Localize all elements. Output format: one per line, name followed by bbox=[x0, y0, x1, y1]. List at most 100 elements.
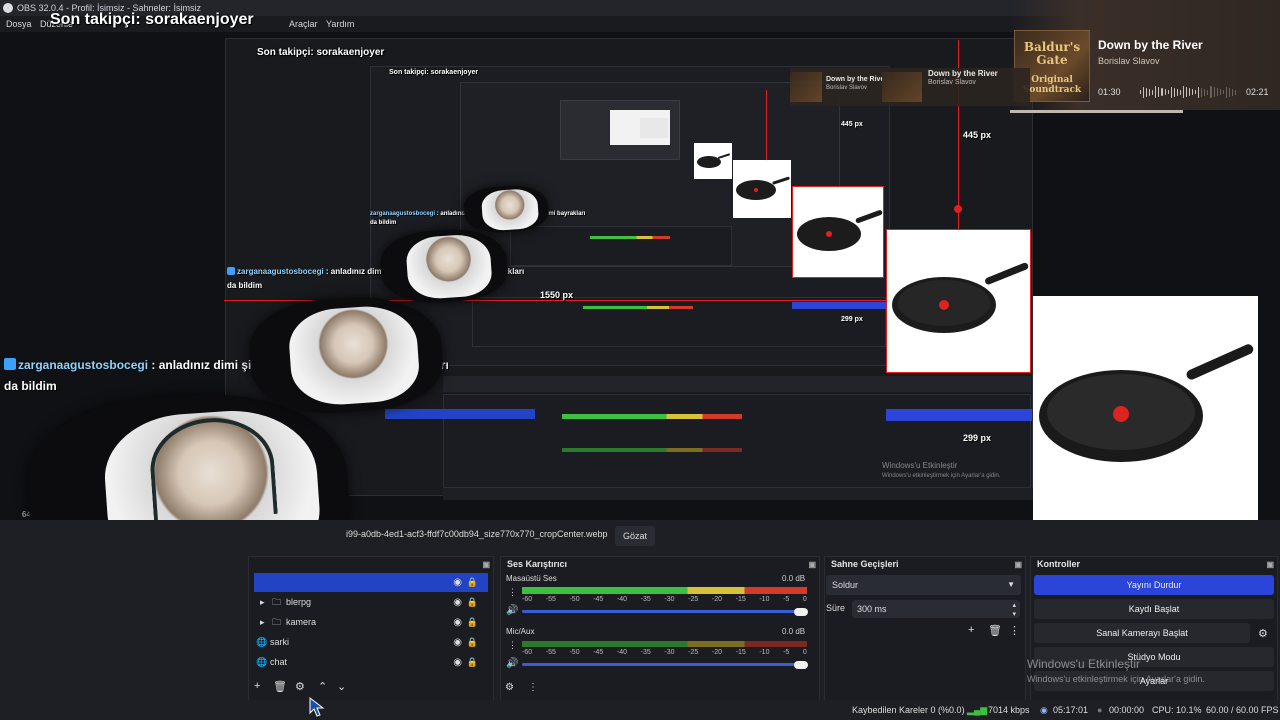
meter-ticks-desktop: -60 -55 -50 -45 -40 -35 -30 -25 -20 -15 -10 -5 0 bbox=[522, 596, 807, 603]
volume-slider-mic[interactable] bbox=[522, 663, 802, 666]
waveform-progress bbox=[1140, 86, 1236, 98]
dimension-height-label: 445 px bbox=[963, 130, 992, 140]
source-item-kamera[interactable]: ▸ 🗀 kamera ◉ 🔒 bbox=[254, 613, 488, 632]
stream-time: 05:17:01 bbox=[1053, 705, 1089, 715]
chat-username-nested: zarganaagustosbocegi bbox=[237, 267, 324, 276]
speaker-icon[interactable]: 🔊 bbox=[506, 605, 518, 616]
last-follower-text-nested: Son takipçi: sorakaenjoyer bbox=[257, 47, 385, 58]
meter-tick-label: -40 bbox=[616, 596, 628, 603]
add-transition-icon[interactable]: + bbox=[968, 624, 974, 636]
move-up-icon[interactable]: ⌃ bbox=[318, 680, 327, 693]
lock-icon[interactable]: 🔒 bbox=[467, 573, 478, 592]
guide-handle[interactable] bbox=[954, 205, 962, 213]
waveform-bar bbox=[1234, 89, 1236, 95]
pan-image-large[interactable] bbox=[886, 229, 1031, 373]
spin-down-icon[interactable]: ▾ bbox=[1012, 606, 1016, 624]
meter-tick-label: -10 bbox=[759, 596, 770, 603]
meter-tick-label: -55 bbox=[545, 649, 556, 656]
source-item-blerpg[interactable]: ▸ 🗀 blerpg ◉ 🔒 bbox=[254, 593, 488, 612]
waveform-bar bbox=[1192, 89, 1194, 95]
dock-popout-icon[interactable]: ▣ bbox=[1014, 558, 1022, 572]
dock-popout-icon[interactable]: ▣ bbox=[482, 558, 490, 572]
sources-dock-header: ▣ bbox=[249, 557, 493, 571]
image-path-field[interactable]: i99-a0db-4ed1-acf3-ffdf7c00db94_size770x… bbox=[346, 529, 608, 539]
frying-pan-icon bbox=[697, 153, 730, 168]
remove-source-icon[interactable]: 🗑 bbox=[273, 680, 287, 693]
cover-title-line2: Gate bbox=[1036, 53, 1068, 67]
menu-help[interactable]: Yardım bbox=[326, 16, 354, 32]
record-time: 00:00:00 bbox=[1109, 705, 1145, 715]
visibility-eye-icon[interactable]: ◉ bbox=[453, 593, 462, 612]
waveform-bar bbox=[1195, 90, 1197, 94]
waveform-bar bbox=[1201, 87, 1203, 97]
album-cover-nested-2 bbox=[882, 72, 922, 102]
virtual-camera-settings-icon[interactable]: ⚙ bbox=[1258, 627, 1268, 640]
channel-menu-icon[interactable]: ⋮ bbox=[508, 640, 517, 651]
visibility-eye-icon[interactable]: ◉ bbox=[453, 573, 462, 592]
nested-docks-3 bbox=[510, 226, 732, 266]
lock-icon[interactable]: 🔒 bbox=[467, 653, 478, 672]
pan-image-main[interactable] bbox=[1033, 296, 1258, 521]
dock-popout-icon[interactable]: ▣ bbox=[1266, 558, 1274, 572]
expand-arrow-icon[interactable]: ▸ bbox=[260, 593, 265, 612]
expand-arrow-icon[interactable]: ▸ bbox=[260, 613, 265, 632]
pan-image-small bbox=[733, 160, 791, 218]
signal-bars-icon: ▂▄▆ bbox=[967, 705, 988, 715]
mixer-channel-desktop-name: Masaüstü Ses bbox=[506, 574, 557, 583]
volume-slider-desktop[interactable] bbox=[522, 610, 802, 613]
mixer-channel-mic-db: 0.0 dB bbox=[782, 627, 806, 636]
headphones-shape bbox=[147, 414, 278, 523]
dimension-height-label-2-small: 299 px bbox=[841, 316, 863, 323]
chat-text-cont: da bildim bbox=[4, 379, 57, 393]
song-artist-nested: Borislav Slavov bbox=[826, 85, 868, 91]
waveform-bar bbox=[1185, 87, 1187, 97]
meter-tick-label: -20 bbox=[711, 596, 722, 603]
start-recording-button[interactable]: Kaydı Başlat bbox=[1034, 599, 1274, 619]
nested-stop-stream-2 bbox=[792, 302, 886, 309]
lock-icon[interactable]: 🔒 bbox=[467, 633, 478, 652]
menu-tools[interactable]: Araçlar bbox=[289, 16, 318, 32]
lock-icon[interactable]: 🔒 bbox=[467, 593, 478, 612]
channel-menu-icon[interactable]: ⋮ bbox=[508, 587, 517, 598]
advanced-audio-icon[interactable]: ⚙ bbox=[505, 682, 514, 693]
nested-source-selected bbox=[385, 409, 535, 419]
browse-button[interactable]: Gözat bbox=[615, 526, 655, 546]
speaker-icon[interactable]: 🔊 bbox=[506, 658, 518, 669]
visibility-eye-icon[interactable]: ◉ bbox=[453, 633, 462, 652]
waveform-bar bbox=[1231, 88, 1233, 96]
visibility-eye-icon[interactable]: ◉ bbox=[453, 613, 462, 632]
source-item-sarki[interactable]: 🌐 sarki ◉ 🔒 bbox=[254, 633, 488, 652]
transitions-title: Sahne Geçişleri ▣ bbox=[825, 557, 1025, 571]
source-properties-icon[interactable]: ⚙ bbox=[295, 680, 305, 693]
volume-knob-desktop[interactable] bbox=[794, 608, 808, 616]
source-label: blerpg bbox=[286, 597, 312, 607]
mouse-cursor-icon bbox=[309, 697, 325, 717]
meter-tick-label: -35 bbox=[640, 596, 651, 603]
add-source-icon[interactable]: + bbox=[254, 680, 260, 692]
waveform-bar bbox=[1222, 90, 1224, 94]
volume-knob-mic[interactable] bbox=[794, 661, 808, 669]
lock-icon[interactable]: 🔒 bbox=[467, 613, 478, 632]
stop-stream-button[interactable]: Yayını Durdur bbox=[1034, 575, 1274, 595]
obs-logo-icon bbox=[3, 3, 13, 13]
source-item-chat[interactable]: 🌐 chat ◉ 🔒 bbox=[254, 653, 488, 672]
waveform-bar bbox=[1158, 87, 1160, 97]
volume-meter-mic bbox=[522, 641, 807, 647]
nested-statusbar bbox=[443, 488, 1033, 500]
menu-file[interactable]: Dosya bbox=[6, 16, 32, 32]
duration-field[interactable]: 300 ms ▴ ▾ bbox=[852, 600, 1020, 618]
mixer-menu-icon[interactable]: ⋮ bbox=[528, 682, 538, 693]
folder-icon: 🗀 bbox=[272, 597, 282, 607]
source-item-selected[interactable]: ◉ 🔒 bbox=[254, 573, 488, 592]
song-artist-nested-2: Borislav Slavov bbox=[928, 79, 976, 86]
virtual-camera-button[interactable]: Sanal Kamerayı Başlat bbox=[1034, 623, 1250, 643]
remove-transition-icon[interactable]: 🗑 bbox=[988, 624, 1002, 637]
transition-menu-icon[interactable]: ⋮ bbox=[1009, 624, 1020, 637]
move-down-icon[interactable]: ⌄ bbox=[337, 680, 346, 693]
meter-tick-label: -20 bbox=[711, 649, 722, 656]
dimension-height-label-small: 445 px bbox=[841, 121, 863, 128]
transition-select[interactable]: Soldur ▼ bbox=[826, 575, 1021, 595]
song-progress-bar bbox=[1010, 110, 1183, 113]
visibility-eye-icon[interactable]: ◉ bbox=[453, 653, 462, 672]
dock-popout-icon[interactable]: ▣ bbox=[808, 558, 816, 572]
